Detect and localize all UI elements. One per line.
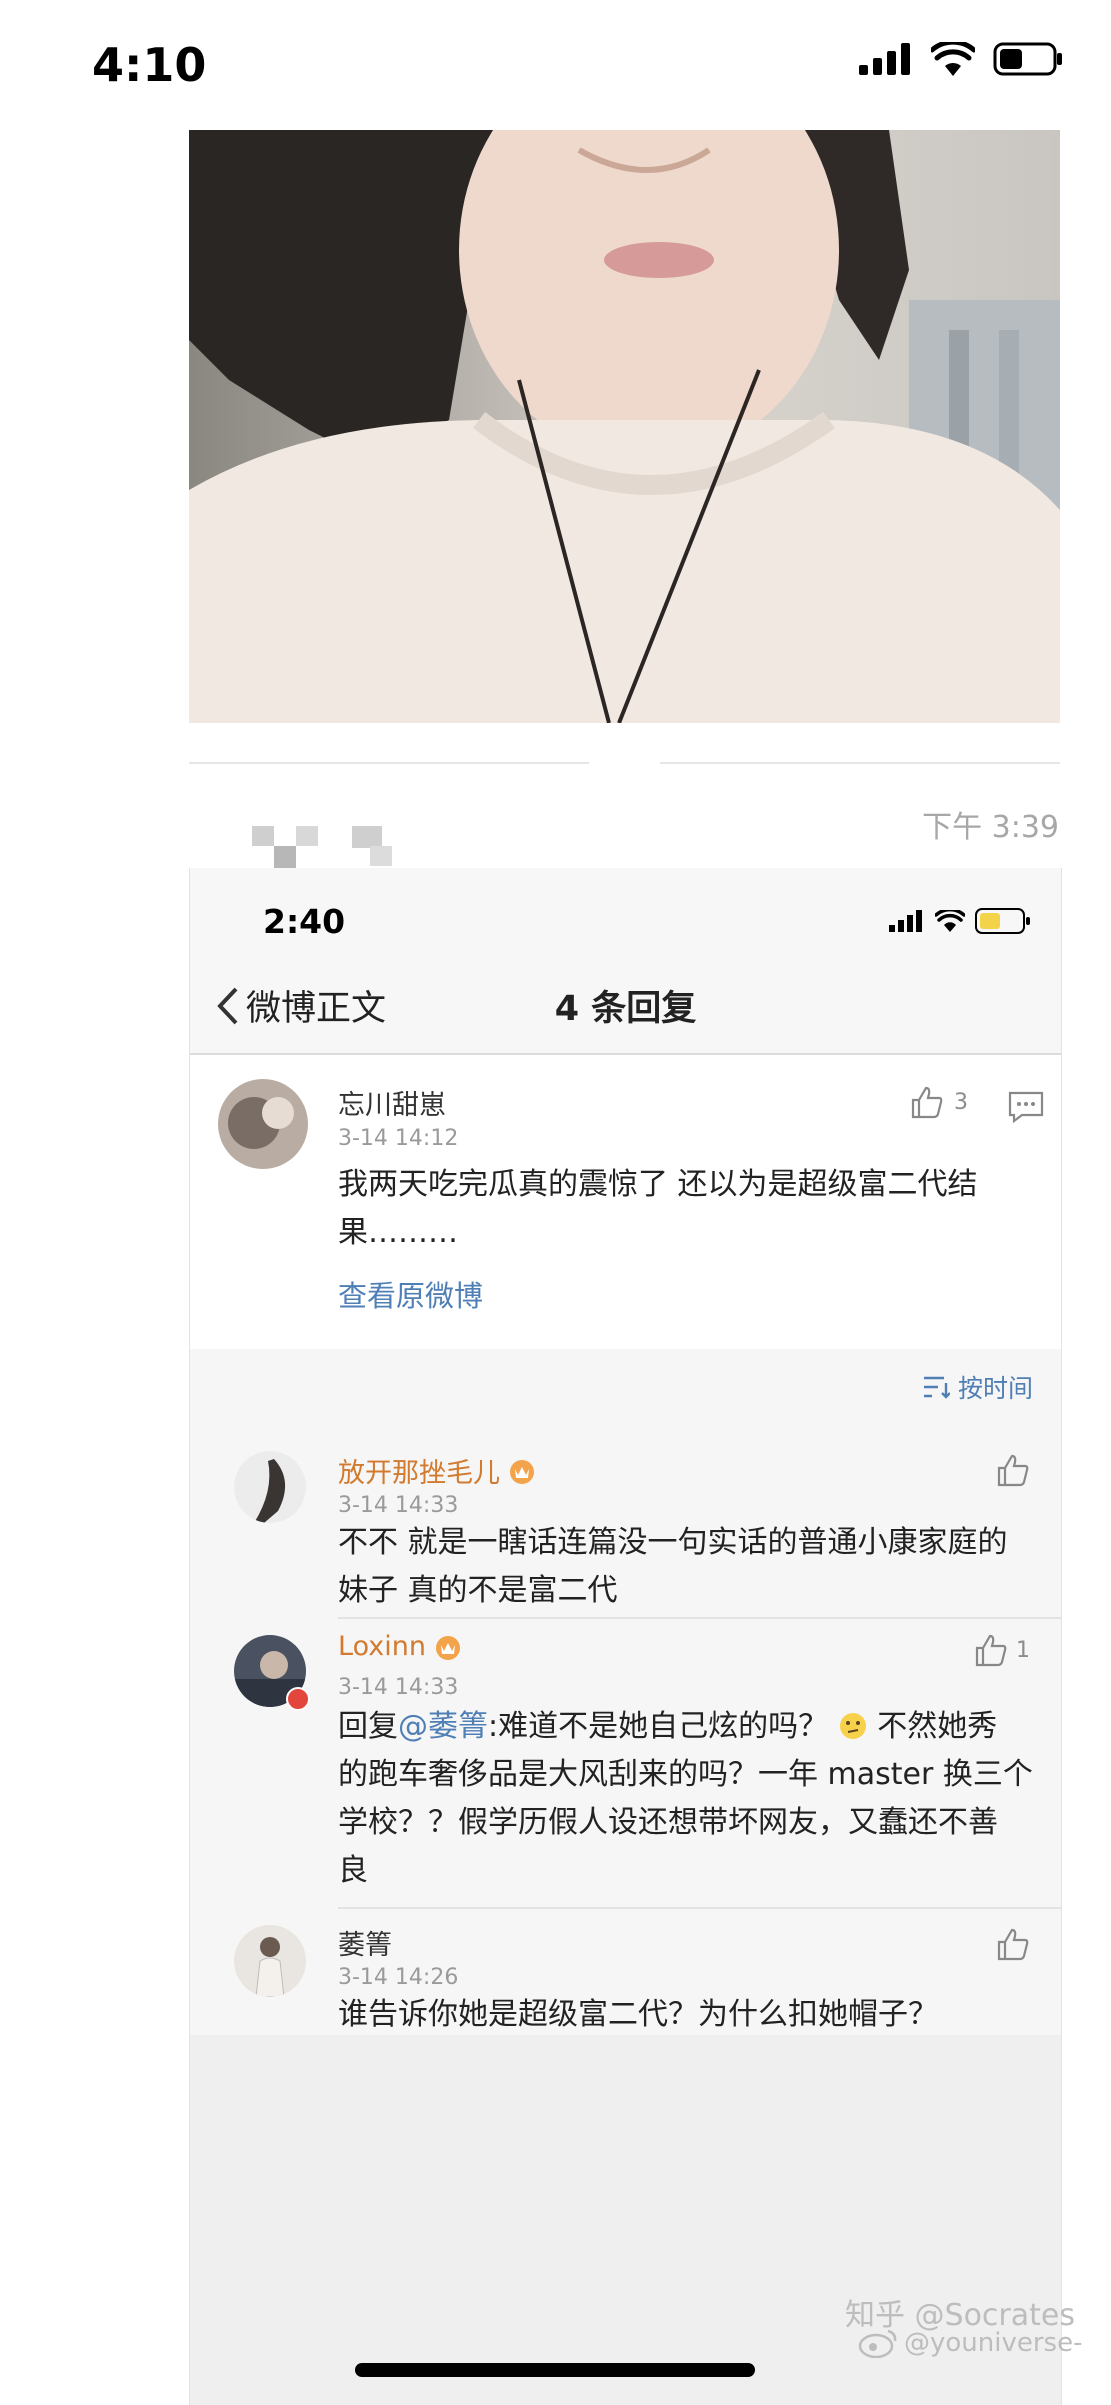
sort-by-time-button[interactable]: 按时间	[922, 1369, 1033, 1405]
reply-time: 3-14 14:33	[338, 1675, 459, 1700]
inner-status-time: 2:40	[263, 902, 346, 941]
sort-label: 按时间	[957, 1374, 1033, 1403]
reply-text-line: 回复@萎箐:难道不是她自己炫的吗？ 不然她秀	[338, 1703, 1038, 1751]
reply-time: 3-14 14:26	[338, 1965, 459, 1990]
reply-text: 回复@萎箐:难道不是她自己炫的吗？ 不然她秀 的跑车奢侈品是大风刮来的吗？一年 …	[338, 1703, 1038, 1895]
wifi-icon	[931, 42, 975, 76]
reply-item: 放开那挫毛儿 3-14 14:33 不不 就是一瞎话连篇没一句实话的普通小康家庭…	[190, 1441, 1061, 1619]
divider-line	[189, 762, 589, 764]
reply-author-row: 放开那挫毛儿	[338, 1451, 538, 1490]
comment-text: 我两天吃完瓜真的震惊了 还以为是超级富二代结 果………	[338, 1161, 1038, 1257]
like-button[interactable]: 3	[910, 1085, 968, 1119]
reply-text-line: 妹子 真的不是富二代	[338, 1573, 618, 1608]
reply-prefix: 回复	[338, 1709, 398, 1744]
back-button[interactable]: 微博正文	[216, 980, 386, 1031]
reply-text-line: 不不 就是一瞎话连篇没一句实话的普通小康家庭的	[338, 1525, 1008, 1560]
like-count: 1	[1016, 1637, 1030, 1663]
reply-text-line: 学校？？假学历假人设还想带坏网友，又蠢还不善	[338, 1805, 998, 1840]
vip-crown-icon	[435, 1635, 460, 1660]
avatar[interactable]	[234, 1451, 306, 1523]
comment-icon[interactable]	[1008, 1091, 1044, 1123]
thumbs-up-icon[interactable]	[996, 1453, 1030, 1487]
thumbs-up-icon	[975, 1634, 1007, 1667]
comment-text-line: 果………	[338, 1215, 458, 1250]
like-button[interactable]: 1	[974, 1633, 1030, 1667]
reply-text-line: 谁告诉你她是超级富二代？为什么扣她帽子？	[338, 1997, 938, 2032]
weibo-logo-icon	[858, 2329, 897, 2358]
sort-icon	[923, 1376, 950, 1399]
censored-name	[252, 826, 412, 868]
cellular-signal-icon	[859, 43, 910, 75]
weibo-watermark: @youniverse-	[858, 2328, 1082, 2358]
thumbs-up-icon[interactable]	[996, 1927, 1030, 1961]
reply-text: 谁告诉你她是超级富二代？为什么扣她帽子？	[338, 1991, 1038, 2039]
view-original-link[interactable]: 查看原微博	[338, 1273, 483, 1315]
reply-text-segment: 不然她秀	[877, 1709, 998, 1744]
reply-item: 萎箐 3-14 14:26 谁告诉你她是超级富二代？为什么扣她帽子？	[190, 1909, 1061, 2035]
like-count: 3	[954, 1089, 968, 1115]
thinking-emoji-icon	[839, 1713, 866, 1739]
home-indicator[interactable]	[355, 2363, 755, 2377]
message-timestamp: 下午 3:39	[922, 810, 1059, 845]
selfie-photo[interactable]	[189, 130, 1060, 723]
reply-text-segment: :难道不是她自己炫的吗？	[488, 1709, 829, 1744]
reply-author-row: Loxinn	[338, 1631, 464, 1662]
avatar[interactable]	[234, 1925, 306, 1997]
reply-time: 3-14 14:33	[338, 1493, 459, 1518]
main-comment-card: 忘川甜崽 3-14 14:12 3 我两天吃完瓜真的震惊了 还以为是超级富二代结…	[190, 1055, 1061, 1349]
reply-author[interactable]: 放开那挫毛儿	[338, 1451, 500, 1490]
sort-bar: 按时间	[190, 1349, 1061, 1441]
wifi-icon	[935, 910, 965, 932]
back-button-label: 微博正文	[246, 989, 387, 1029]
battery-icon	[975, 908, 1030, 934]
reply-author[interactable]: 萎箐	[338, 1923, 392, 1962]
mention-link[interactable]: @萎箐	[398, 1709, 488, 1744]
reply-text: 不不 就是一瞎话连篇没一句实话的普通小康家庭的 妹子 真的不是富二代	[338, 1519, 1038, 1615]
avatar[interactable]	[218, 1079, 308, 1169]
chevron-left-icon	[217, 987, 238, 1024]
vip-crown-icon	[510, 1459, 534, 1484]
reply-text-line: 良	[338, 1853, 368, 1888]
verified-badge-icon	[286, 1687, 310, 1711]
battery-icon	[993, 42, 1062, 76]
cellular-signal-icon	[889, 910, 922, 932]
reply-item: Loxinn 3-14 14:33 1 回复@萎箐:难道不是她自己炫的吗？ 不然…	[190, 1619, 1061, 1909]
status-time: 4:10	[92, 38, 207, 92]
reply-text-line: 的跑车奢侈品是大风刮来的吗？一年 master 换三个	[338, 1757, 1033, 1792]
comment-time: 3-14 14:12	[338, 1126, 459, 1151]
reply-author[interactable]: Loxinn	[338, 1631, 426, 1662]
comment-text-line: 我两天吃完瓜真的震惊了 还以为是超级富二代结	[338, 1167, 978, 1202]
inner-status-icons	[889, 908, 1031, 934]
weibo-screenshot: 2:40 4 条回复 微博正文 忘川甜崽 3-14 14:12 3 我两天吃完瓜…	[189, 868, 1062, 2405]
weibo-watermark-text: @youniverse-	[904, 2328, 1083, 2358]
status-icons	[859, 42, 1063, 76]
thumbs-up-icon	[911, 1086, 943, 1119]
comment-author[interactable]: 忘川甜崽	[338, 1083, 446, 1122]
divider-line	[660, 762, 1060, 764]
